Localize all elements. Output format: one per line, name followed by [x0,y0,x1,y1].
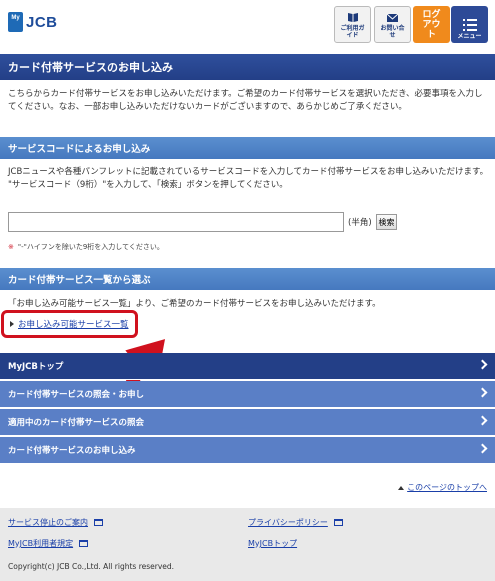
copyright: Copyright(c) JCB Co.,Ltd. All rights res… [8,562,175,571]
footer-link-label: MyJCBトップ [248,539,298,548]
triangle-bullet-icon [10,321,14,327]
note-mark: ※ [8,243,14,251]
intro-text: こちらからカード付帯サービスをお申し込みいただけます。ご希望のカード付帯サービス… [8,89,483,112]
book-icon [347,13,358,22]
footer-link-terms[interactable]: MyJCB利用者規定 [8,538,89,549]
header: My JCB ご利用ガイド お問い合せ ログアウト メニュー [0,0,495,48]
nav-label: カード付帯サービスの照会・お申し [8,390,145,400]
nav-label: カード付帯サービスのお申し込み [8,446,136,456]
inquiry-label: お問い合せ [380,25,405,39]
available-services-link[interactable]: お申し込み可能サービス一覧 [18,318,129,330]
inquiry-button[interactable]: お問い合せ [374,6,411,43]
guide-button[interactable]: ご利用ガイド [334,6,371,43]
myjcb-logo[interactable]: My JCB [8,12,58,32]
service-list-text: 「お申し込み可能サービス一覧」より、ご希望のカード付帯サービスをお申し込みいただ… [8,299,381,309]
chevron-right-icon [477,443,488,454]
chevron-right-icon [477,359,488,370]
service-list-heading: カード付帯サービス一覧から選ぶ [0,268,495,290]
service-code-description: JCBニュースや各種パンフレットに記載されているサービスコードを入力してカード付… [8,166,490,192]
footer-link-label: サービス停止のご案内 [8,518,88,527]
nav-service-apply[interactable]: カード付帯サービスのお申し込み [0,437,495,464]
footer-link-label: プライバシーポリシー [248,518,328,527]
note-text: "-"ハイフンを除いた9桁を入力してください。 [17,243,164,251]
service-code-note: ※ "-"ハイフンを除いた9桁を入力してください。 [8,242,164,252]
nav-label: 適用中のカード付帯サービスの照会 [8,418,145,428]
service-code-input[interactable] [8,212,344,232]
page-top-link[interactable]: このページのトップへ [398,482,487,493]
service-code-text2: "サービスコード（9桁）"を入力して、「検索」ボタンを押してください。 [8,180,288,190]
chevron-right-icon [477,415,488,426]
nav-label: MyJCBトップ [8,362,64,372]
footer-link-privacy[interactable]: プライバシーポリシー [248,517,343,528]
page-top-label: このページのトップへ [407,483,487,492]
nav-service-inquiry-apply[interactable]: カード付帯サービスの照会・お申し [0,381,495,408]
logout-label: ログアウト [422,9,441,40]
search-button[interactable]: 検索 [376,214,397,230]
nav-myjcb-top[interactable]: MyJCBトップ [0,353,495,380]
nav-active-services[interactable]: 適用中のカード付帯サービスの照会 [0,409,495,436]
service-code-text1: JCBニュースや各種パンフレットに記載されているサービスコードを入力してカード付… [8,167,489,177]
menu-label: メニュー [457,33,482,40]
halfwidth-label: (半角) [348,218,372,228]
new-window-icon [94,519,103,526]
page-title: カード付帯サービスのお申し込み [0,54,495,80]
logo-my-badge: My [8,12,23,32]
new-window-icon [333,519,343,526]
chevron-right-icon [477,387,488,398]
footer-link-label: MyJCB利用者規定 [8,539,74,548]
new-window-icon [79,540,89,547]
logout-button[interactable]: ログアウト [413,6,450,43]
menu-button[interactable]: メニュー [451,6,488,43]
logo-jcb-text: JCB [26,13,58,31]
mail-icon [386,13,399,22]
service-code-heading: サービスコードによるお申し込み [0,137,495,159]
footer-link-service-stop[interactable]: サービス停止のご案内 [8,517,103,528]
footer-link-myjcb-top[interactable]: MyJCBトップ [248,538,297,549]
guide-label: ご利用ガイド [340,25,365,39]
triangle-up-icon [398,485,405,490]
hamburger-icon [462,19,477,31]
